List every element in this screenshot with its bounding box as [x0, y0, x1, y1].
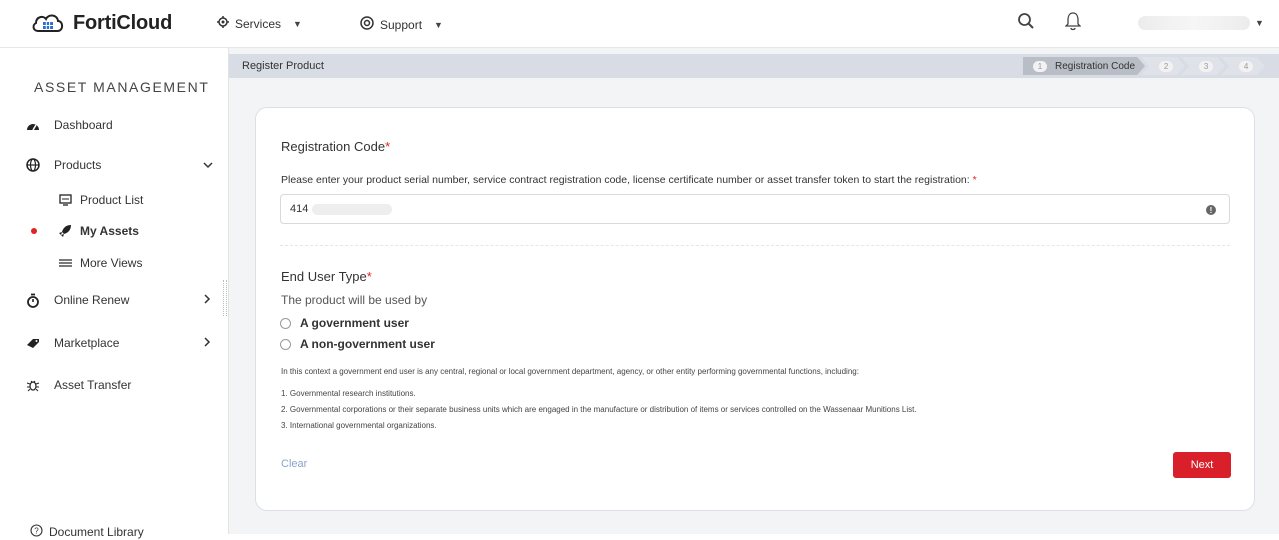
registration-code-label: Registration Code — [281, 139, 386, 154]
registration-code-input[interactable]: 414 ! — [280, 194, 1230, 224]
bell-icon[interactable] — [1064, 11, 1082, 36]
globe-icon — [26, 158, 40, 172]
question-circle-icon: ? — [30, 524, 43, 540]
document-library-link[interactable]: ? Document Library — [30, 524, 144, 540]
step-3: 3 — [1181, 57, 1225, 75]
required-marker: * — [972, 174, 977, 186]
chevron-down-icon — [203, 158, 213, 172]
sidebar-resize-handle[interactable] — [223, 280, 227, 316]
rocket-icon — [58, 224, 72, 238]
registration-code-title: Registration Code* — [281, 139, 390, 154]
services-icon — [217, 16, 229, 31]
sidebar-item-dashboard[interactable]: Dashboard — [0, 113, 229, 137]
step-number: 3 — [1199, 61, 1213, 72]
registration-help-label: Please enter your product serial number,… — [281, 174, 970, 186]
government-note-item: 1. Governmental research institutions. — [281, 389, 416, 398]
radio-button[interactable] — [280, 338, 291, 350]
radio-government-user[interactable]: A government user — [280, 316, 409, 330]
radio-button[interactable] — [280, 317, 291, 329]
register-form-card: Registration Code* Please enter your pro… — [255, 107, 1255, 511]
sidebar-item-more-views[interactable]: More Views — [0, 252, 229, 274]
gauge-icon — [26, 118, 40, 132]
required-marker: * — [385, 139, 391, 154]
sidebar-item-label: My Assets — [80, 224, 139, 238]
end-user-type-label: End User Type — [281, 269, 367, 284]
chevron-down-icon: ▼ — [293, 18, 302, 29]
sidebar-item-products[interactable]: Products — [0, 153, 229, 177]
lines-icon — [58, 256, 72, 270]
step-number: 1 — [1033, 61, 1047, 72]
stopwatch-icon — [26, 293, 40, 308]
step-label: Registration Code — [1055, 60, 1136, 72]
services-menu[interactable]: Services ▼ — [217, 16, 302, 31]
section-divider — [280, 245, 1230, 246]
sidebar-item-label: Online Renew — [54, 293, 130, 307]
monitor-icon — [58, 193, 72, 207]
government-note-item: 2. Governmental corporations or their se… — [281, 405, 917, 414]
forticloud-logo[interactable]: FortiCloud — [30, 11, 172, 35]
active-indicator — [31, 228, 37, 234]
sidebar-item-asset-transfer[interactable]: Asset Transfer — [0, 373, 229, 397]
sidebar-item-label: Products — [54, 158, 102, 172]
sidebar-item-label: Asset Transfer — [54, 378, 132, 392]
required-marker: * — [366, 269, 372, 284]
chevron-down-icon: ▼ — [434, 19, 443, 30]
support-label: Support — [380, 17, 423, 32]
sidebar-item-label: Product List — [80, 193, 144, 207]
sidebar-item-label: More Views — [80, 256, 143, 270]
registration-code-value: 414 — [290, 203, 309, 215]
sidebar-item-label: Dashboard — [54, 118, 113, 132]
step-number: 2 — [1159, 61, 1173, 72]
tag-icon — [26, 336, 40, 350]
sidebar-item-label: Marketplace — [54, 336, 120, 350]
registration-steps: 1 Registration Code 2 3 4 — [1023, 57, 1261, 75]
step-1: 1 Registration Code — [1023, 57, 1145, 75]
sidebar-item-online-renew[interactable]: Online Renew — [0, 288, 229, 312]
radio-label: A government user — [300, 316, 409, 330]
clear-button[interactable]: Clear — [281, 458, 307, 470]
step-4: 4 — [1221, 57, 1265, 75]
radio-label: A non-government user — [300, 337, 435, 351]
bug-icon — [26, 378, 40, 392]
sidebar-item-product-list[interactable]: Product List — [0, 189, 229, 211]
support-menu[interactable]: Support ▼ — [360, 16, 443, 33]
next-button[interactable]: Next — [1173, 452, 1231, 478]
used-by-text: The product will be used by — [281, 293, 428, 307]
government-note-item: 3. International governmental organizati… — [281, 421, 437, 430]
search-icon[interactable] — [1017, 12, 1035, 35]
chevron-down-icon[interactable]: ▼ — [1255, 18, 1264, 28]
app-name: FortiCloud — [73, 11, 173, 34]
sidebar: ASSET MANAGEMENT Dashboard Products Prod… — [0, 48, 229, 539]
end-user-type-title: End User Type* — [281, 269, 372, 284]
support-icon — [360, 16, 374, 33]
top-bar: FortiCloud Services ▼ Support ▼ ▼ — [0, 0, 1279, 48]
radio-non-government-user[interactable]: A non-government user — [280, 337, 435, 351]
government-note-intro: In this context a government end user is… — [281, 367, 859, 376]
sidebar-item-my-assets[interactable]: My Assets — [0, 220, 229, 242]
chevron-right-icon — [203, 293, 211, 307]
redacted-value — [312, 203, 393, 215]
cloud-icon — [30, 11, 66, 35]
breadcrumb: Register Product 1 Registration Code 2 3… — [229, 54, 1279, 78]
page-title: Register Product — [242, 60, 324, 72]
sidebar-item-marketplace[interactable]: Marketplace — [0, 331, 229, 355]
sidebar-heading: ASSET MANAGEMENT — [34, 79, 210, 95]
user-menu[interactable] — [1138, 16, 1250, 30]
document-library-label: Document Library — [49, 525, 144, 539]
main-content: Register Product 1 Registration Code 2 3… — [229, 48, 1279, 534]
info-icon[interactable]: ! — [1206, 205, 1216, 215]
svg-text:?: ? — [34, 527, 39, 536]
chevron-right-icon — [203, 336, 211, 350]
services-label: Services — [235, 16, 282, 31]
step-number: 4 — [1239, 61, 1253, 72]
step-2: 2 — [1141, 57, 1185, 75]
registration-help-text: Please enter your product serial number,… — [281, 174, 977, 186]
